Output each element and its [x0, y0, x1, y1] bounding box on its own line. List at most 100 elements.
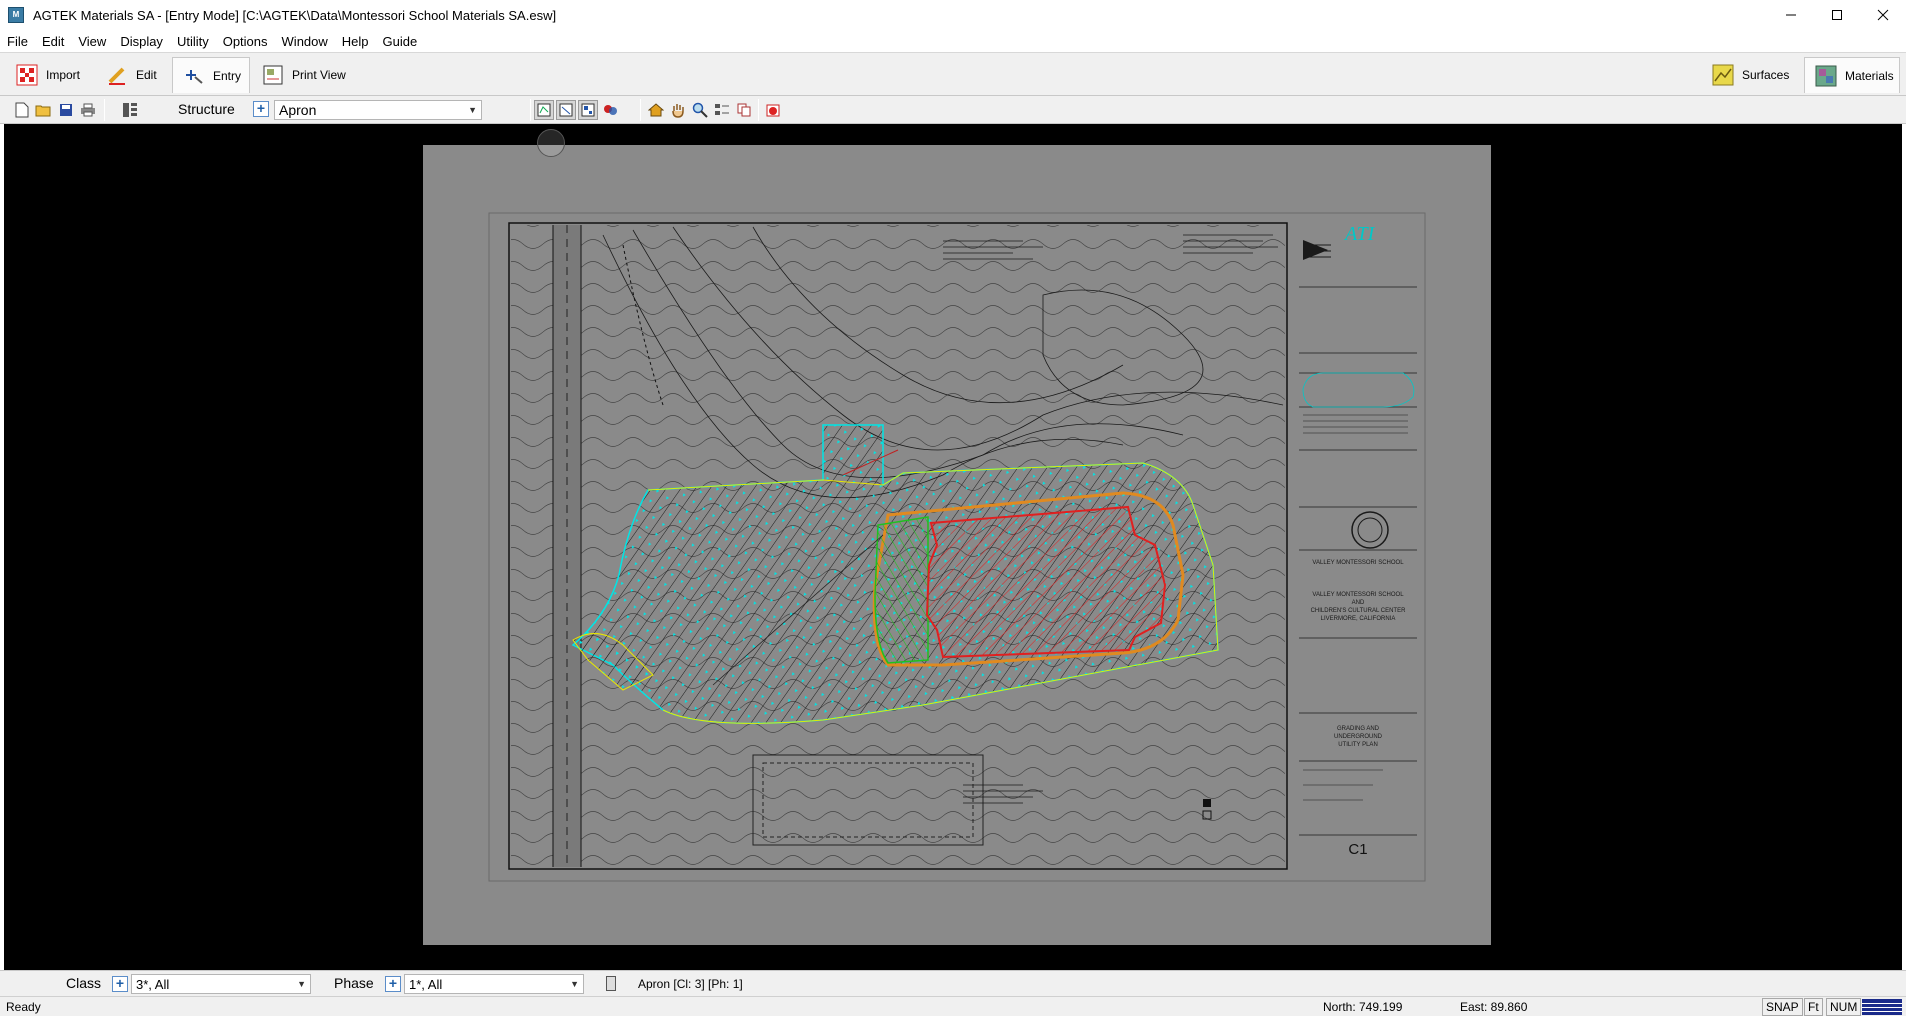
title-bar: M AGTEK Materials SA - [Entry Mode] [C:\… [0, 0, 1906, 30]
view-mode-3-button[interactable] [578, 100, 598, 120]
chevron-down-icon: ▼ [468, 105, 477, 115]
structure-label: Structure [178, 101, 235, 117]
save-button[interactable] [56, 100, 76, 120]
class-phase-bar: Class + 3*, All ▼ Phase + 1*, All ▼ Apro… [0, 970, 1906, 996]
print-view-button[interactable]: Print View [252, 57, 352, 93]
menu-bar: File Edit View Display Utility Options W… [0, 30, 1906, 52]
minimize-button[interactable] [1768, 0, 1814, 30]
phase-select[interactable]: 1*, All ▼ [404, 974, 584, 994]
toolbar-separator [640, 99, 641, 121]
entry-cursor-icon [186, 69, 203, 84]
menu-utility[interactable]: Utility [170, 34, 216, 49]
view-mode-1-icon [537, 103, 551, 117]
toolbar-separator [758, 99, 759, 121]
phase-label: Phase [334, 975, 374, 991]
menu-file[interactable]: File [0, 34, 35, 49]
close-icon [1877, 9, 1889, 21]
window-title: AGTEK Materials SA - [Entry Mode] [C:\AG… [33, 7, 557, 23]
pan-button[interactable] [668, 100, 688, 120]
plan-title-1: GRADING AND [1336, 726, 1379, 732]
phase-value: 1*, All [409, 976, 443, 992]
print-view-label: Print View [292, 68, 346, 82]
class-select[interactable]: 3*, All ▼ [131, 974, 311, 994]
class-label: Class [66, 975, 102, 991]
save-icon [60, 104, 72, 116]
agtek-app-icon[interactable]: M [8, 7, 24, 23]
menu-options[interactable]: Options [216, 34, 275, 49]
app-window: M AGTEK Materials SA - [Entry Mode] [C:\… [0, 0, 1906, 1016]
minimize-icon [1786, 14, 1796, 16]
delete-icon [766, 104, 780, 117]
project-line-1b: VALLEY MONTESSORI SCHOOL [1312, 592, 1404, 598]
print-button[interactable] [78, 100, 98, 120]
pencil-icon [108, 67, 125, 85]
view-mode-2-button[interactable] [556, 100, 576, 120]
edit-button[interactable]: Edit [96, 57, 166, 93]
materials-label: Materials [1845, 68, 1894, 83]
print-view-icon [263, 65, 283, 85]
view-mode-4-icon [604, 105, 617, 115]
chevron-down-icon: ▼ [297, 979, 306, 989]
layers-button[interactable] [120, 100, 140, 120]
drawing-canvas[interactable]: ATI VALLEY MONTESSORI SCHOOL VALLEY MONT… [0, 124, 1906, 970]
snap-indicator: SNAP [1762, 998, 1803, 1016]
status-bar: Ready North: 749.199 East: 89.860 SNAP F… [0, 996, 1906, 1016]
print-icon [81, 103, 95, 117]
add-structure-button[interactable]: + [253, 101, 269, 117]
window-controls [1768, 0, 1906, 30]
home-view-icon [648, 103, 664, 117]
zoom-button[interactable] [690, 100, 710, 120]
surfaces-icon [1712, 64, 1734, 86]
surfaces-button[interactable]: Surfaces [1702, 57, 1802, 93]
home-view-button[interactable] [646, 100, 666, 120]
menu-help[interactable]: Help [335, 34, 376, 49]
import-label: Import [46, 68, 81, 82]
edit-label: Edit [136, 68, 157, 82]
selection-info: Apron [Cl: 3] [Ph: 1] [638, 977, 743, 991]
mode-ribbon: Import Edit Entry Print View Surfaces Ma… [0, 52, 1906, 96]
progress-indicator [1862, 999, 1902, 1015]
new-file-button[interactable] [12, 100, 32, 120]
menu-view[interactable]: View [71, 34, 113, 49]
chevron-down-icon: ▼ [570, 979, 579, 989]
add-phase-button[interactable]: + [385, 976, 401, 992]
view-mode-3-icon [581, 103, 595, 117]
view-mode-1-button[interactable] [534, 100, 554, 120]
plan-title-3: UTILITY PLAN [1338, 742, 1378, 748]
maximize-button[interactable] [1814, 0, 1860, 30]
menu-guide[interactable]: Guide [376, 34, 425, 49]
selection-color-swatch[interactable] [606, 976, 616, 991]
num-lock-indicator: NUM [1826, 998, 1862, 1016]
entry-button[interactable]: Entry [172, 57, 250, 93]
open-folder-button[interactable] [33, 100, 53, 120]
view-mode-2-icon [559, 103, 573, 117]
open-folder-icon [35, 105, 51, 117]
main-toolbar: Structure + Apron ▼ [0, 96, 1906, 124]
view-mode-4-button[interactable] [600, 100, 620, 120]
delete-button[interactable] [763, 100, 783, 120]
structure-select[interactable]: Apron ▼ [274, 100, 482, 120]
maximize-icon [1832, 10, 1842, 20]
menu-window[interactable]: Window [275, 34, 335, 49]
structure-value: Apron [279, 102, 317, 118]
copy-icon [737, 103, 751, 117]
copy-button[interactable] [734, 100, 754, 120]
menu-display[interactable]: Display [113, 34, 170, 49]
new-file-icon [15, 102, 29, 118]
sheet-number: C1 [1348, 841, 1368, 858]
project-line-1: VALLEY MONTESSORI SCHOOL [1312, 560, 1404, 566]
properties-button[interactable] [712, 100, 732, 120]
status-ready: Ready [6, 1000, 41, 1014]
entry-label: Entry [213, 68, 242, 83]
import-button[interactable]: Import [6, 57, 94, 93]
project-line-3: CHILDREN'S CULTURAL CENTER [1310, 608, 1406, 614]
materials-button[interactable]: Materials [1804, 57, 1900, 93]
east-coordinate: East: 89.860 [1460, 1000, 1528, 1014]
north-coordinate: North: 749.199 [1323, 1000, 1403, 1014]
plan-sheet: ATI VALLEY MONTESSORI SCHOOL VALLEY MONT… [423, 145, 1491, 945]
add-class-button[interactable]: + [112, 976, 128, 992]
menu-edit[interactable]: Edit [35, 34, 71, 49]
materials-icon [1815, 65, 1837, 86]
close-button[interactable] [1860, 0, 1906, 30]
import-icon [16, 64, 38, 86]
